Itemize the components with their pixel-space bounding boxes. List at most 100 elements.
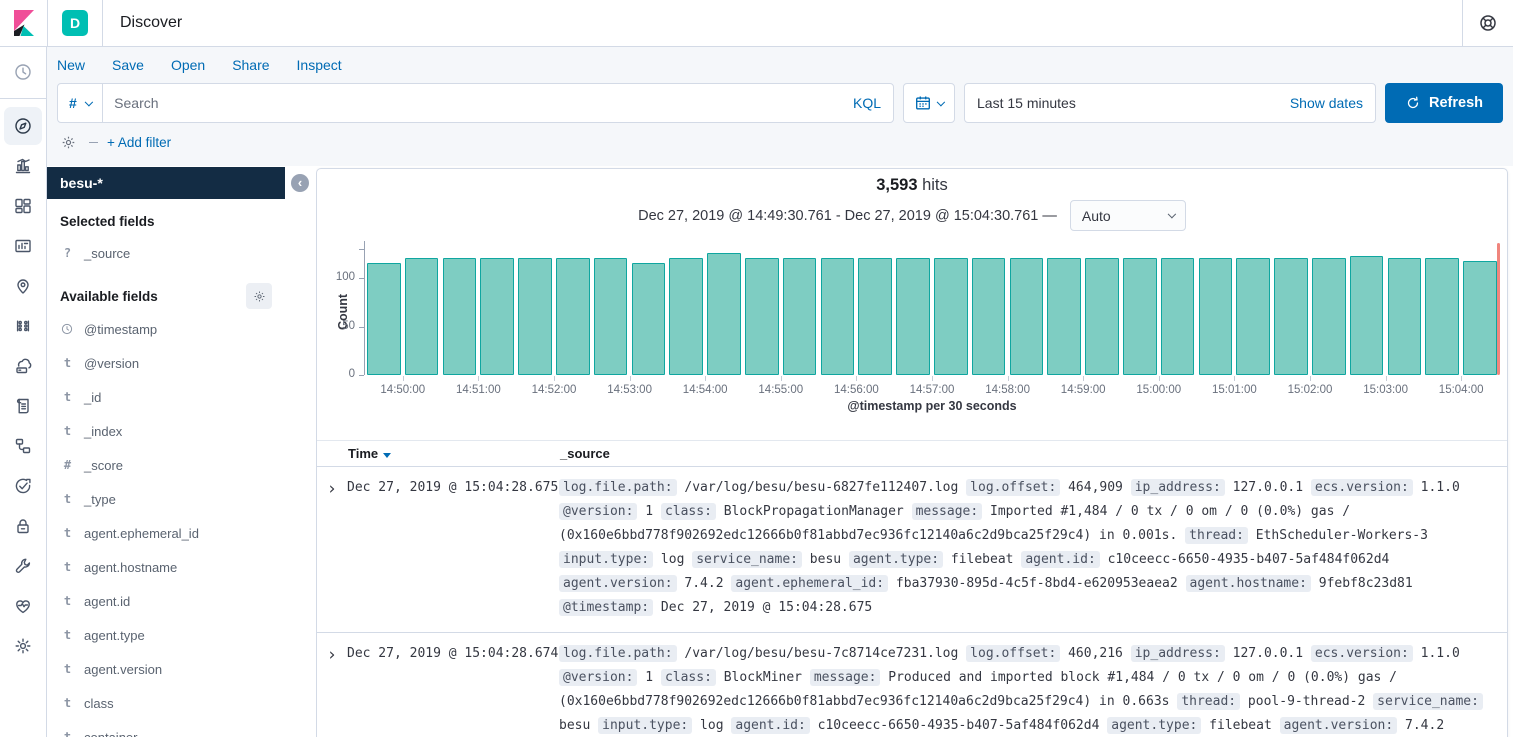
available-field-@timestamp[interactable]: @timestamp <box>47 312 316 346</box>
collapse-sidebar-button[interactable]: ‹ <box>291 174 309 192</box>
doc-table-row: ›Dec 27, 2019 @ 15:04:28.674log.file.pat… <box>317 633 1507 737</box>
histogram-bar-14:59:30[interactable] <box>1123 258 1157 375</box>
available-field-class[interactable]: tclass <box>47 686 316 720</box>
histogram-bar-15:03:00[interactable] <box>1388 258 1422 375</box>
histogram-bar-14:55:30[interactable] <box>821 258 855 375</box>
available-field-container[interactable]: tcontainer <box>47 720 316 737</box>
source-field-label: agent.type: <box>1107 717 1201 734</box>
nav-logs[interactable] <box>4 387 42 425</box>
histogram-bar-14:59:00[interactable] <box>1085 258 1119 375</box>
search-input[interactable] <box>103 95 853 111</box>
add-filter-button[interactable]: + Add filter <box>107 135 171 150</box>
histogram-bar-14:56:30[interactable] <box>896 258 930 375</box>
histogram-bar-14:49:30[interactable] <box>367 263 401 375</box>
interval-select[interactable]: Auto <box>1070 200 1186 231</box>
menu-new-link[interactable]: New <box>57 57 85 73</box>
kql-button[interactable]: KQL <box>853 95 893 111</box>
available-field-_type[interactable]: t_type <box>47 482 316 516</box>
x-axis-tick <box>1083 376 1084 381</box>
nav-dashboard[interactable] <box>4 187 42 225</box>
nav-siem[interactable] <box>4 507 42 545</box>
nav-dev-tools[interactable] <box>4 547 42 585</box>
histogram-bar-14:58:00[interactable] <box>1010 258 1044 375</box>
histogram-bar-15:02:30[interactable] <box>1350 256 1384 375</box>
expand-row-icon[interactable]: › <box>317 476 347 620</box>
nav-uptime[interactable] <box>4 467 42 505</box>
discover-app-badge[interactable]: D <box>62 10 88 36</box>
refresh-button[interactable]: Refresh <box>1385 83 1503 123</box>
nav-stack-monitoring[interactable] <box>4 587 42 625</box>
nav-canvas[interactable] <box>4 227 42 265</box>
nav-discover[interactable] <box>4 107 42 145</box>
field-settings-gear-icon[interactable] <box>246 283 272 309</box>
histogram-bar-14:57:30[interactable] <box>972 258 1006 375</box>
histogram-bar-15:00:00[interactable] <box>1161 258 1195 375</box>
menu-inspect-link[interactable]: Inspect <box>297 57 342 73</box>
histogram-bar-14:53:30[interactable] <box>669 258 703 375</box>
available-field-agent.ephemeral_id[interactable]: tagent.ephemeral_id <box>47 516 316 550</box>
time-range-control[interactable]: Last 15 minutes Show dates <box>964 83 1376 123</box>
available-field-_id[interactable]: t_id <box>47 380 316 414</box>
histogram-bar-14:52:00[interactable] <box>556 258 590 375</box>
available-field-agent.hostname[interactable]: tagent.hostname <box>47 550 316 584</box>
nav-maps[interactable] <box>4 267 42 305</box>
menu-share-link[interactable]: Share <box>232 57 269 73</box>
chevron-down-icon <box>84 98 93 107</box>
index-pattern-selector[interactable]: besu-* ‹ <box>47 167 285 199</box>
available-field-agent.version[interactable]: tagent.version <box>47 652 316 686</box>
histogram-bar-14:58:30[interactable] <box>1047 258 1081 375</box>
nav-management[interactable] <box>4 627 42 665</box>
source-field-label: thread: <box>1177 693 1240 710</box>
histogram-bar-15:01:30[interactable] <box>1274 258 1308 375</box>
available-fields-list: @timestampt@versiont_idt_index#_scoret_t… <box>47 312 316 737</box>
available-field-_index[interactable]: t_index <box>47 414 316 448</box>
histogram-bar-14:54:00[interactable] <box>707 253 741 375</box>
machine-learning-icon <box>13 316 33 336</box>
kibana-logo[interactable] <box>0 9 47 37</box>
histogram-bar-14:57:00[interactable] <box>934 258 968 375</box>
histogram-bar-15:00:30[interactable] <box>1199 258 1233 375</box>
histogram-bar-14:51:30[interactable] <box>518 258 552 375</box>
source-field-label: ip_address: <box>1131 479 1225 496</box>
query-filter-dropdown[interactable]: # <box>58 84 103 122</box>
date-picker-button[interactable] <box>903 83 955 123</box>
histogram-bar-14:53:00[interactable] <box>632 263 666 375</box>
filter-settings-icon[interactable] <box>60 134 77 151</box>
x-axis-tick <box>554 376 555 381</box>
available-field-_score[interactable]: #_score <box>47 448 316 482</box>
histogram-bar-15:04:00[interactable] <box>1463 261 1497 375</box>
menu-open-link[interactable]: Open <box>171 57 205 73</box>
time-column-header[interactable]: Time <box>347 446 559 461</box>
nav-recently-viewed[interactable] <box>4 53 42 91</box>
nav-visualize[interactable] <box>4 147 42 185</box>
doc-table-body: ›Dec 27, 2019 @ 15:04:28.675log.file.pat… <box>317 467 1507 737</box>
histogram-bar-14:50:30[interactable] <box>443 258 477 375</box>
histogram-bar-15:01:00[interactable] <box>1236 258 1270 375</box>
histogram-bar-14:52:30[interactable] <box>594 258 628 375</box>
histogram-bar-14:54:30[interactable] <box>745 258 779 375</box>
histogram-bar-14:50:00[interactable] <box>405 258 439 375</box>
page-title: Discover <box>103 14 182 32</box>
y-axis-line <box>364 241 365 375</box>
available-field-@version[interactable]: t@version <box>47 346 316 380</box>
menu-save-link[interactable]: Save <box>112 57 144 73</box>
histogram-bar-14:51:00[interactable] <box>480 258 514 375</box>
histogram-bar-14:55:00[interactable] <box>783 258 817 375</box>
doc-source-cell: log.file.path: /var/log/besu/besu-6827fe… <box>559 476 1507 620</box>
histogram-bar-15:03:30[interactable] <box>1425 258 1459 375</box>
field-type-text-icon: t <box>60 526 75 540</box>
apm-icon <box>13 436 33 456</box>
selected-field-_source[interactable]: ?_source <box>47 236 316 270</box>
available-field-agent.type[interactable]: tagent.type <box>47 618 316 652</box>
help-icon[interactable] <box>1478 13 1498 33</box>
field-type-text-icon: t <box>60 560 75 574</box>
histogram-bar-15:02:00[interactable] <box>1312 258 1346 375</box>
nav-apm[interactable] <box>4 427 42 465</box>
show-dates-link[interactable]: Show dates <box>1290 95 1363 111</box>
available-field-agent.id[interactable]: tagent.id <box>47 584 316 618</box>
nav-machine-learning[interactable] <box>4 307 42 345</box>
nav-metrics[interactable] <box>4 347 42 385</box>
histogram-bar-14:56:00[interactable] <box>858 258 892 375</box>
source-field-label: class: <box>661 669 716 686</box>
expand-row-icon[interactable]: › <box>317 642 347 737</box>
